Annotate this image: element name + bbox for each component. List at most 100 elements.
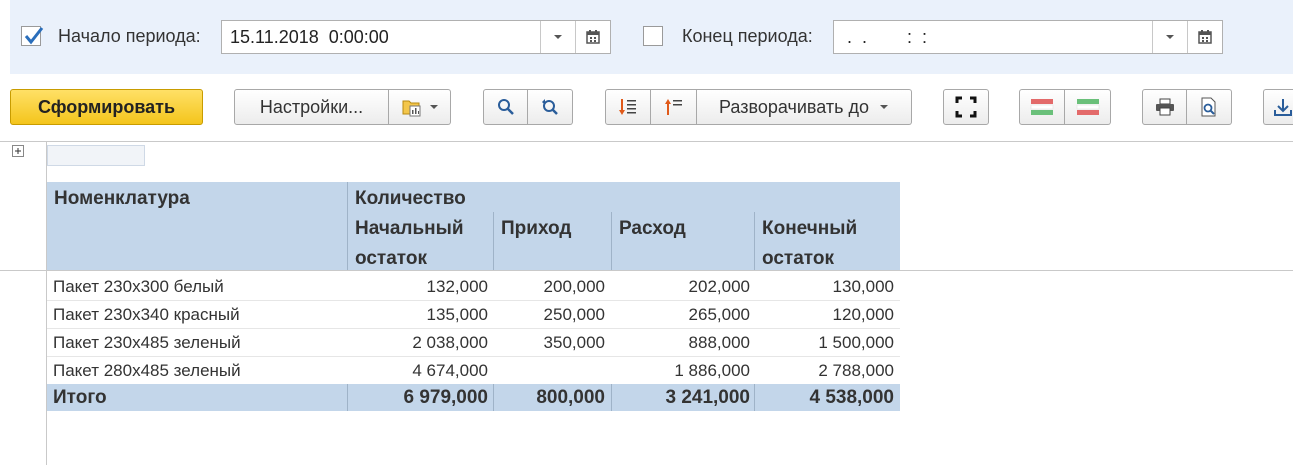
settings-button[interactable]: Настройки... — [234, 89, 389, 125]
header-item: Номенклатура — [54, 188, 190, 209]
chevron-down-icon — [1166, 35, 1174, 39]
chevron-down-icon — [554, 35, 562, 39]
search-next-button[interactable] — [528, 89, 573, 125]
printer-icon — [1155, 98, 1174, 116]
cell-receipt: 350,000 — [543, 333, 605, 352]
period-end-value[interactable]: . . : : — [834, 21, 1152, 53]
save-button[interactable] — [1263, 89, 1293, 125]
unhighlight-icon — [1076, 99, 1099, 115]
fullscreen-button[interactable] — [943, 89, 989, 125]
period-start-value[interactable]: 15.11.2018 0:00:00 — [222, 21, 540, 53]
search-next-icon — [542, 99, 558, 115]
total-divider — [754, 384, 755, 411]
highlight-button[interactable] — [1019, 89, 1065, 125]
chevron-down-icon — [429, 105, 438, 109]
expand-to-button[interactable]: Разворачивать до — [697, 89, 912, 125]
cell-closing: 2 788,000 — [818, 361, 894, 380]
expand-group-icon[interactable] — [12, 145, 24, 157]
period-end-label: Конец периода: — [682, 26, 813, 46]
grouping-group: Разворачивать до — [605, 89, 912, 125]
cell-receipt: 250,000 — [543, 305, 605, 324]
checkmark-icon — [24, 27, 44, 45]
sort-down-icon — [619, 99, 636, 115]
expand-to-label: Разворачивать до — [718, 96, 869, 117]
unhighlight-button[interactable] — [1065, 89, 1111, 125]
period-start-calendar-button[interactable] — [575, 21, 610, 53]
period-end-dropdown-button[interactable] — [1152, 21, 1187, 53]
cell-expense: 1 886,000 — [674, 361, 750, 380]
expand-groups-button[interactable] — [651, 89, 697, 125]
print-group — [1142, 89, 1232, 125]
cell-opening: 132,000 — [426, 277, 488, 296]
period-start-field[interactable]: 15.11.2018 0:00:00 — [221, 20, 611, 54]
header-divider — [611, 212, 612, 270]
table-row: Пакет 280х485 зеленый 4 674,000 1 886,00… — [47, 357, 900, 385]
report-top-border — [0, 141, 1293, 142]
cell-item: Пакет 280х485 зеленый — [53, 361, 241, 380]
highlight-icon — [1030, 99, 1054, 115]
search-icon — [497, 99, 514, 115]
cell-opening: 2 038,000 — [412, 333, 488, 352]
total-divider — [493, 384, 494, 411]
report-variants-icon — [402, 100, 420, 117]
total-opening: 6 979,000 — [403, 387, 488, 408]
sort-up-icon — [664, 99, 682, 115]
header-closing-line1: Конечный — [762, 218, 858, 239]
chevron-down-icon — [880, 105, 888, 109]
period-end-checkbox[interactable] — [643, 26, 663, 46]
variants-button[interactable] — [389, 89, 451, 125]
download-icon — [1274, 99, 1292, 116]
total-divider — [611, 384, 612, 411]
generate-button[interactable]: Сформировать — [10, 89, 203, 125]
appearance-group — [1019, 89, 1111, 125]
period-end-field[interactable]: . . : : — [833, 20, 1223, 54]
header-expense: Расход — [619, 218, 686, 239]
total-receipt: 800,000 — [536, 387, 605, 408]
header-divider — [493, 212, 494, 270]
header-opening-line1: Начальный — [355, 218, 464, 239]
print-preview-icon — [1201, 97, 1216, 117]
header-closing-line2: остаток — [762, 248, 834, 269]
period-start-dropdown-button[interactable] — [540, 21, 575, 53]
cell-opening: 4 674,000 — [412, 361, 488, 380]
period-start-checkbox[interactable] — [21, 26, 44, 46]
table-total-row: Итого 6 979,000 800,000 3 241,000 4 538,… — [47, 384, 900, 411]
table-row: Пакет 230х485 зеленый 2 038,000 350,000 … — [47, 329, 900, 357]
calendar-icon — [1198, 30, 1212, 44]
report-header: Номенклатура Количество Начальный остато… — [47, 182, 900, 270]
calendar-icon — [586, 30, 600, 44]
collapse-groups-button[interactable] — [605, 89, 651, 125]
print-preview-button[interactable] — [1187, 89, 1232, 125]
search-button[interactable] — [483, 89, 528, 125]
cell-receipt: 200,000 — [543, 277, 605, 296]
header-divider — [347, 182, 348, 270]
cell-item: Пакет 230х340 красный — [53, 305, 240, 324]
cell-closing: 120,000 — [832, 305, 894, 324]
cell-expense: 888,000 — [688, 333, 750, 352]
total-divider — [347, 384, 348, 411]
search-group — [483, 89, 573, 125]
cell-expense: 265,000 — [688, 305, 750, 324]
cell-opening: 135,000 — [426, 305, 488, 324]
table-row: Пакет 230х300 белый 132,000 200,000 202,… — [47, 273, 900, 301]
cell-item: Пакет 230х300 белый — [53, 277, 224, 296]
report-header-border — [0, 270, 1293, 271]
cell-item: Пакет 230х485 зеленый — [53, 333, 241, 352]
total-expense: 3 241,000 — [665, 387, 750, 408]
selected-cell[interactable] — [47, 145, 145, 166]
period-start-label: Начало периода: — [58, 26, 201, 46]
cell-closing: 1 500,000 — [818, 333, 894, 352]
total-closing: 4 538,000 — [809, 387, 894, 408]
header-receipt: Приход — [501, 218, 572, 239]
print-button[interactable] — [1142, 89, 1187, 125]
fullscreen-icon — [955, 96, 977, 118]
cell-expense: 202,000 — [688, 277, 750, 296]
header-opening-line2: остаток — [355, 248, 427, 269]
cell-closing: 130,000 — [832, 277, 894, 296]
total-label: Итого — [53, 387, 107, 408]
header-divider — [754, 212, 755, 270]
header-quantity: Количество — [355, 188, 466, 209]
period-end-calendar-button[interactable] — [1187, 21, 1222, 53]
settings-group: Настройки... — [234, 89, 451, 125]
table-row: Пакет 230х340 красный 135,000 250,000 26… — [47, 301, 900, 329]
